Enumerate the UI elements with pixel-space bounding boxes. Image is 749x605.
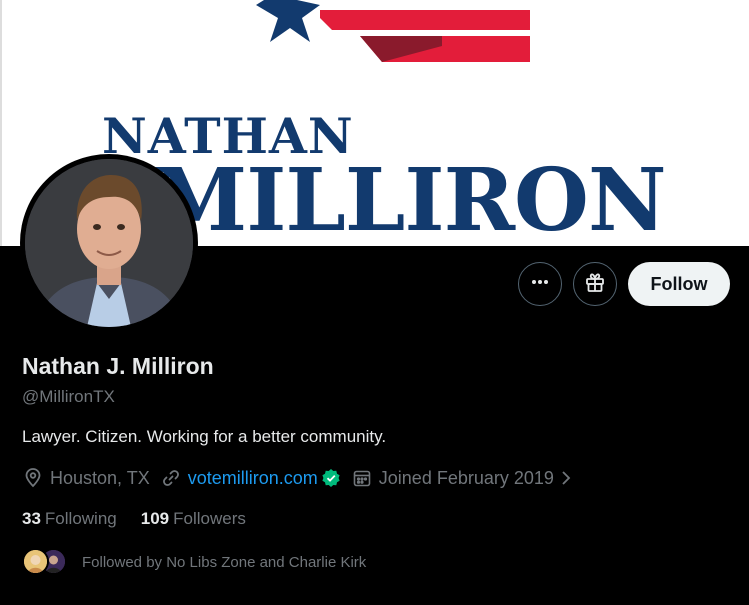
profile-meta: Houston, TX votemilliron.com Joined Febr…: [22, 464, 582, 492]
website-item[interactable]: votemilliron.com: [160, 467, 341, 489]
gift-icon: [584, 271, 606, 298]
chevron-right-icon: [560, 470, 572, 486]
follow-button[interactable]: Follow: [628, 262, 730, 306]
profile-stats: 33 Following 109 Followers: [22, 509, 270, 529]
profile-avatar[interactable]: [20, 154, 198, 332]
more-options-button[interactable]: [518, 262, 562, 306]
profile-bio: Lawyer. Citizen. Working for a better co…: [22, 427, 387, 446]
more-horizontal-icon: [530, 272, 550, 297]
location-text: Houston, TX: [50, 467, 150, 488]
followers-count: 109: [140, 509, 170, 528]
followers-link[interactable]: 109 Followers: [141, 509, 246, 529]
followed-by-avatars: [22, 548, 70, 576]
avatar-photo: [25, 159, 193, 327]
link-icon: [160, 467, 182, 489]
followed-by-text: Followed by No Libs Zone and Charlie Kir…: [82, 553, 367, 571]
joined-item[interactable]: Joined February 2019: [351, 467, 572, 489]
verified-badge-icon: [321, 468, 341, 488]
location-pin-icon: [22, 467, 44, 489]
followed-by-row[interactable]: Followed by No Libs Zone and Charlie Kir…: [22, 548, 366, 576]
follower-avatar: [22, 548, 49, 575]
banner-last-name: MILLIRON: [152, 150, 667, 246]
profile-handle: @MillironTX: [22, 387, 115, 406]
profile-display-name: Nathan J. Milliron: [22, 353, 214, 379]
banner-star-icon: [256, 0, 320, 42]
location-item: Houston, TX: [22, 467, 150, 489]
following-count: 33: [22, 509, 41, 528]
calendar-icon: [351, 467, 373, 489]
gift-button[interactable]: [573, 262, 617, 306]
followers-label: Followers: [173, 509, 246, 528]
website-link[interactable]: votemilliron.com: [188, 468, 318, 489]
following-link[interactable]: 33 Following: [22, 509, 117, 529]
banner-stripe-top: [320, 10, 530, 30]
following-label: Following: [44, 509, 117, 528]
joined-text: Joined February 2019: [378, 467, 554, 488]
